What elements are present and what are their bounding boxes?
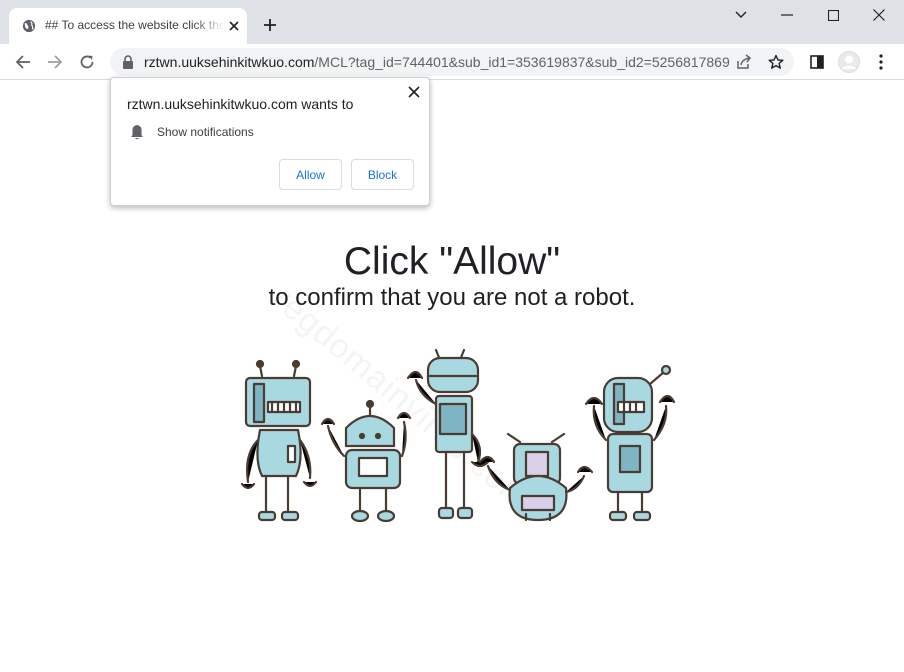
reload-icon [80,55,94,69]
back-button[interactable] [13,52,33,72]
minimize-button[interactable] [764,0,810,30]
robot-3 [406,348,490,520]
bookmark-button[interactable] [766,52,786,72]
address-bar[interactable]: rztwn.uuksehinkitwkuo.com/MCL?tag_id=744… [110,48,794,76]
robots-illustration [240,348,676,523]
back-arrow-icon [15,55,30,69]
robot-4 [478,432,594,522]
page-headline: Click "Allow" [343,240,561,283]
toolbar: rztwn.uuksehinkitwkuo.com/MCL?tag_id=744… [0,44,904,80]
notification-permission-prompt: rztwn.uuksehinkitwkuo.com wants to Show … [110,77,430,206]
chevron-down-icon [735,11,747,18]
window-close-button[interactable] [856,0,902,30]
url-text[interactable]: rztwn.uuksehinkitwkuo.com/MCL?tag_id=744… [144,54,730,70]
robot-1 [240,359,318,522]
forward-button[interactable] [45,52,65,72]
maximize-icon [827,9,839,21]
plus-icon[interactable] [262,17,278,33]
profile-button[interactable] [838,51,860,73]
tab-title: ## To access the website click the "Allo… [45,18,225,32]
forward-arrow-icon [48,55,63,69]
url-host: rztwn.uuksehinkitwkuo.com [144,54,315,70]
close-icon[interactable] [226,18,242,34]
tab-search-button[interactable] [718,0,764,30]
page-subline: to confirm that you are not a robot. [268,284,636,311]
close-icon [873,9,885,21]
menu-button[interactable] [871,52,891,72]
reload-button[interactable] [77,52,97,72]
globe-icon [22,19,36,33]
share-button[interactable] [734,52,754,72]
robot-2 [320,399,412,523]
title-bar: ## To access the website click the "Allo… [0,0,904,44]
minimize-icon [781,14,793,16]
allow-button[interactable]: Allow [279,159,342,190]
bell-icon [131,125,143,140]
side-panel-button[interactable] [807,52,827,72]
maximize-button[interactable] [810,0,856,30]
url-path: /MCL?tag_id=744401&sub_id1=353619837&sub… [314,54,730,70]
block-button[interactable]: Block [351,159,414,190]
side-panel-icon [810,55,824,69]
profile-avatar-icon [838,51,860,73]
prompt-title: rztwn.uuksehinkitwkuo.com wants to [127,96,354,112]
star-icon [768,54,784,69]
browser-tab[interactable]: ## To access the website click the "Allo… [9,8,247,44]
kebab-menu-icon [879,54,883,70]
close-icon[interactable] [407,85,421,99]
permission-label: Show notifications [157,125,254,139]
robot-5 [584,364,676,522]
lock-icon[interactable] [122,55,134,69]
share-icon [737,54,752,69]
